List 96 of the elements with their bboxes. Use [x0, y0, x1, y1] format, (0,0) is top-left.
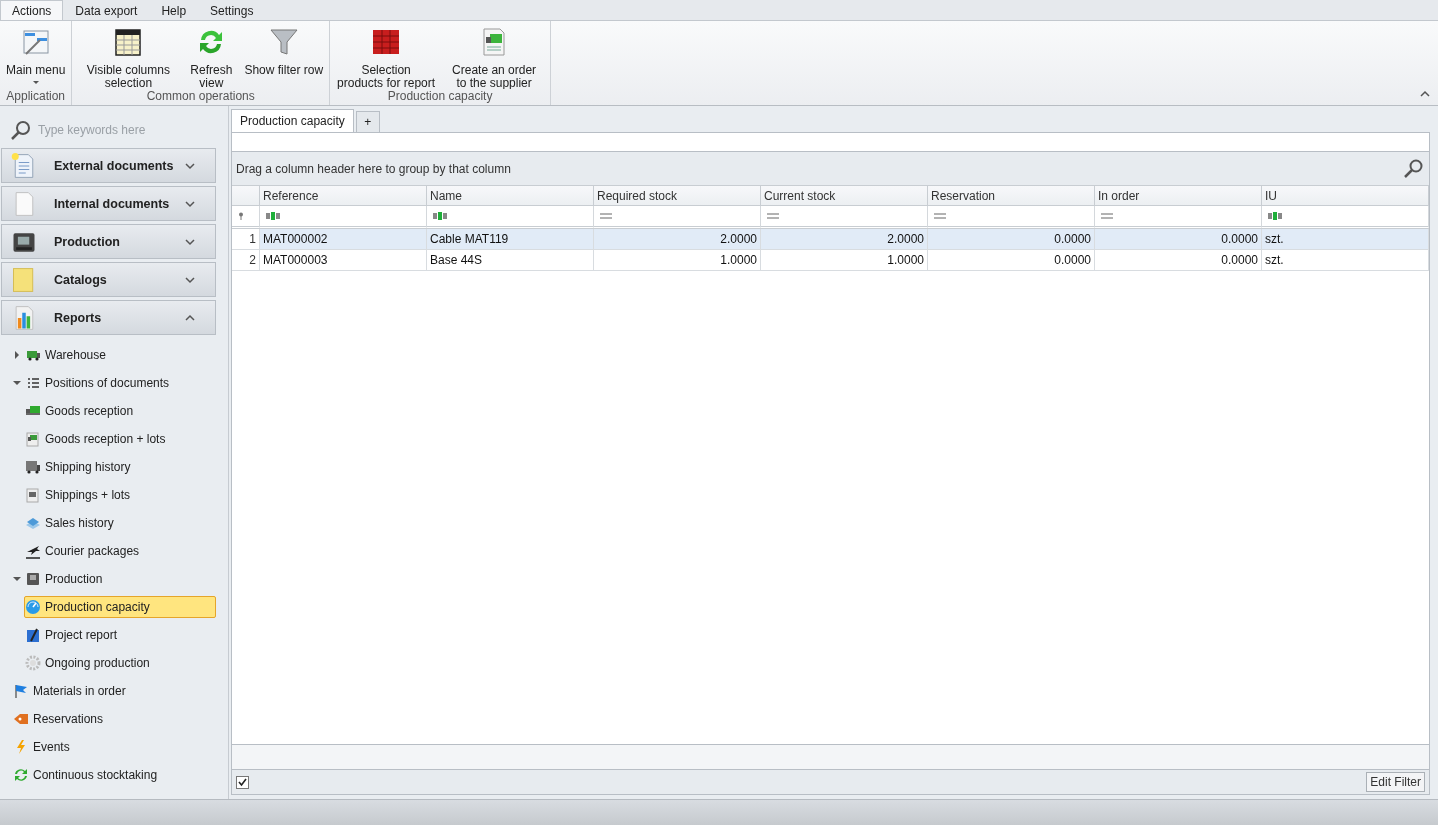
collapse-chevron-icon[interactable]: [185, 313, 195, 322]
ribbon-tab[interactable]: Help: [149, 0, 199, 20]
tree-item[interactable]: Goods reception: [24, 400, 216, 422]
tree-item[interactable]: Production capacity: [24, 596, 216, 618]
column-header[interactable]: Reference: [260, 186, 427, 206]
column-header[interactable]: IU: [1262, 186, 1429, 206]
equals-filter-icon: [934, 213, 946, 219]
table-cell: 0.0000: [1095, 250, 1262, 271]
navigation-section[interactable]: Catalogs: [1, 262, 216, 297]
tree-item[interactable]: Production: [12, 568, 216, 590]
tree-item[interactable]: Project report: [24, 624, 216, 646]
column-header[interactable]: Reservation: [928, 186, 1095, 206]
paper-stack-icon: [25, 515, 41, 531]
tree-item[interactable]: Reservations: [12, 708, 216, 730]
column-header[interactable]: Current stock: [761, 186, 928, 206]
expand-chevron-icon[interactable]: [185, 161, 195, 170]
row-number: 2: [232, 250, 260, 271]
column-header[interactable]: Name: [427, 186, 594, 206]
navigation-section[interactable]: Reports: [1, 300, 216, 335]
tree-item[interactable]: Warehouse: [12, 344, 216, 366]
table-cell: MAT000003: [260, 250, 427, 271]
navigation-section[interactable]: Internal documents: [1, 186, 216, 221]
equals-filter-icon: [767, 213, 779, 219]
ribbon-button[interactable]: Visible columns selection: [75, 21, 182, 89]
table-cell: 2.0000: [594, 229, 761, 250]
table-cell: szt.: [1262, 229, 1429, 250]
navigation-section[interactable]: External documents: [1, 148, 216, 183]
table-cell: Cable MAT119: [427, 229, 594, 250]
document-tab[interactable]: Production capacity: [231, 109, 354, 132]
machine-icon: [25, 571, 41, 587]
table-cell: 0.0000: [928, 229, 1095, 250]
ribbon-tab[interactable]: Data export: [63, 0, 150, 20]
ribbon-tab[interactable]: Settings: [198, 0, 266, 20]
filter-checkbox[interactable]: [236, 775, 249, 789]
abc-filter-icon: [266, 212, 280, 220]
tag-icon: [13, 711, 29, 727]
ribbon-button[interactable]: Main menu: [3, 21, 69, 89]
tree-item[interactable]: Events: [12, 736, 216, 758]
tree-item[interactable]: Shipping history: [24, 456, 216, 478]
column-header[interactable]: Required stock: [594, 186, 761, 206]
truck-icon: [25, 459, 41, 475]
list-icon: [25, 375, 41, 391]
abc-filter-icon: [1268, 212, 1282, 220]
airplane-icon: [25, 543, 41, 559]
ribbon-button[interactable]: Selection products for report: [333, 21, 440, 89]
tree-item[interactable]: Positions of documents: [12, 372, 216, 394]
search-field[interactable]: Type keywords here: [36, 122, 218, 138]
ribbon-button[interactable]: Create an order to the supplier: [441, 21, 548, 89]
group-panel-hint: Drag a column header here to group by that column: [236, 161, 511, 176]
table-cell: szt.: [1262, 250, 1429, 271]
ribbon-button[interactable]: Refresh view: [183, 21, 240, 89]
ribbon-group-label: Production capacity: [386, 89, 494, 105]
column-header[interactable]: In order: [1095, 186, 1262, 206]
gauge-icon: [25, 599, 41, 615]
table-cell: 2.0000: [761, 229, 928, 250]
document-truck-icon: [25, 487, 41, 503]
search-icon: [1403, 158, 1423, 179]
ribbon-group-label: Common operations: [145, 89, 256, 105]
expand-chevron-icon[interactable]: [185, 275, 195, 284]
equals-filter-icon: [1101, 213, 1113, 219]
gear-icon: [25, 655, 41, 671]
table-cell: 0.0000: [1095, 229, 1262, 250]
refresh-icon: [13, 767, 29, 783]
tree-item[interactable]: Continuous stocktaking: [12, 764, 216, 786]
table-cell: 0.0000: [928, 250, 1095, 271]
tree-item[interactable]: Courier packages: [24, 540, 216, 562]
search-icon: [10, 120, 30, 140]
expanded-arrow-icon[interactable]: [13, 379, 21, 387]
table-cell: MAT000002: [260, 229, 427, 250]
collapse-ribbon-icon[interactable]: [1420, 90, 1430, 98]
row-number: 1: [232, 229, 260, 250]
collapsed-arrow-icon[interactable]: [13, 351, 21, 359]
expand-chevron-icon[interactable]: [185, 199, 195, 208]
tree-item[interactable]: Ongoing production: [24, 652, 216, 674]
edit-filter-button[interactable]: Edit Filter: [1366, 772, 1425, 792]
pin-icon: [238, 212, 244, 220]
navigation-section[interactable]: Production: [1, 224, 216, 259]
tree-item[interactable]: Shippings + lots: [24, 484, 216, 506]
flag-icon: [13, 683, 29, 699]
add-tab-button[interactable]: +: [355, 111, 380, 132]
ribbon-button[interactable]: Show filter row: [241, 21, 327, 89]
tree-item[interactable]: Sales history: [24, 512, 216, 534]
table-cell: 1.0000: [761, 250, 928, 271]
ribbon-tab[interactable]: Actions: [0, 0, 64, 20]
ribbon-group-label: Application: [5, 89, 67, 105]
abc-filter-icon: [433, 212, 447, 220]
table-cell: Base 44S: [427, 250, 594, 271]
tree-item[interactable]: Goods reception + lots: [24, 428, 216, 450]
expand-chevron-icon[interactable]: [185, 237, 195, 246]
table-cell: 1.0000: [594, 250, 761, 271]
document-truck-icon: [25, 431, 41, 447]
expanded-arrow-icon[interactable]: [13, 575, 21, 583]
equals-filter-icon: [600, 213, 612, 219]
tree-item[interactable]: Materials in order: [12, 680, 216, 702]
funnel-icon: [267, 26, 300, 58]
blueprint-icon: [25, 627, 41, 643]
